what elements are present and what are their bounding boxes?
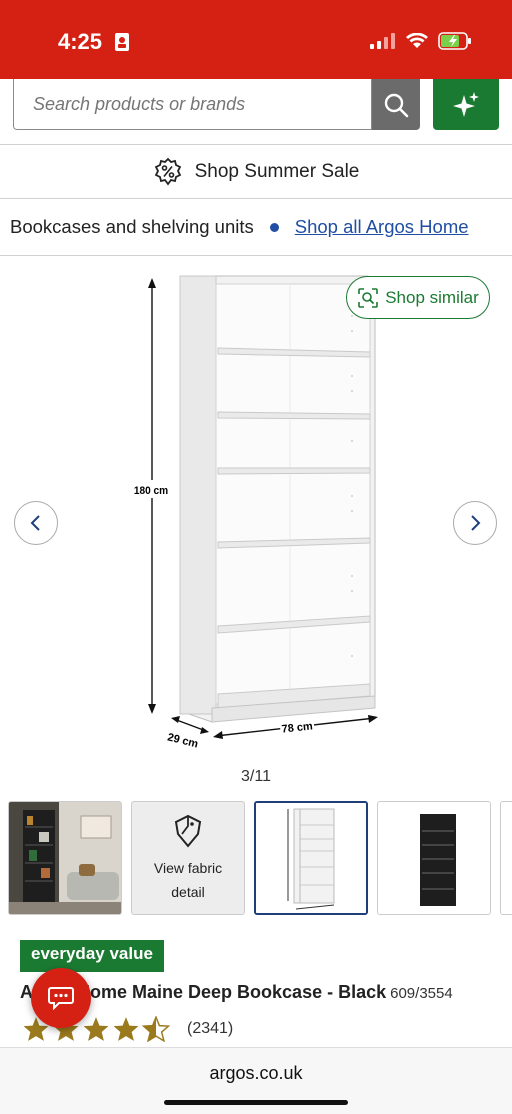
- chevron-left-icon: [30, 515, 40, 531]
- home-indicator: [164, 1100, 348, 1105]
- product-code: 609/3554: [390, 985, 453, 1002]
- breadcrumb: Bookcases and shelving units Shop all Ar…: [0, 199, 512, 255]
- summer-sale-label: Shop Summer Sale: [194, 160, 360, 182]
- fabric-detail-label-line1: View fabric: [153, 860, 223, 876]
- battery-charging-icon: [438, 32, 471, 50]
- fabric-swatch-icon: [174, 814, 202, 848]
- previous-image-button[interactable]: [14, 501, 58, 545]
- search-button[interactable]: [372, 79, 420, 130]
- shop-similar-label: Shop similar: [385, 287, 479, 307]
- thumbnail-partial[interactable]: [500, 801, 512, 915]
- bookcase-dimension-image: 180 cm 78 cm 29 cm: [132, 275, 378, 751]
- chat-button[interactable]: [31, 968, 91, 1028]
- chevron-right-icon: [471, 515, 481, 531]
- product-image-gallery[interactable]: 180 cm 78 cm 29 cm Shop similar: [0, 256, 512, 756]
- search-input[interactable]: [14, 79, 371, 129]
- fabric-detail-label-line2: detail: [171, 884, 205, 900]
- search-field[interactable]: [13, 79, 372, 130]
- star-half-icon: [142, 1016, 170, 1042]
- thumbnail-black-bookcase[interactable]: [377, 801, 491, 915]
- status-time: 4:25: [58, 29, 103, 54]
- height-dimension-label: 180 cm: [134, 485, 168, 497]
- wifi-icon: [406, 33, 428, 48]
- black-bookcase-image: [378, 802, 490, 914]
- search-bar: [0, 79, 512, 144]
- thumbnail-strip: View fabric detail: [8, 801, 512, 915]
- thumbnail-dimensions[interactable]: [254, 801, 368, 915]
- shop-all-argos-home-link[interactable]: Shop all Argos Home: [295, 216, 469, 238]
- search-icon: [384, 93, 409, 117]
- ai-assistant-button[interactable]: [433, 79, 499, 130]
- chat-bubble-icon: [48, 987, 74, 1010]
- shop-similar-button[interactable]: Shop similar: [346, 276, 490, 319]
- star-full-icon: [83, 1017, 109, 1041]
- image-counter: 3/11: [241, 768, 271, 785]
- rating-count[interactable]: (2341): [187, 1020, 233, 1038]
- breadcrumb-separator: [269, 222, 279, 232]
- next-image-button[interactable]: [453, 501, 497, 545]
- discount-badge-icon: [154, 157, 181, 185]
- browser-address-bar[interactable]: argos.co.uk: [0, 1047, 512, 1114]
- status-bar: 4:25: [0, 0, 512, 79]
- room-scene-image: [9, 802, 121, 914]
- visual-search-icon: [358, 287, 379, 308]
- thumbnail-room-scene[interactable]: [8, 801, 122, 915]
- cellular-signal-icon: [370, 33, 395, 49]
- star-full-icon: [113, 1017, 139, 1041]
- browser-url[interactable]: argos.co.uk: [0, 1063, 512, 1084]
- width-dimension-label: 78 cm: [281, 720, 313, 735]
- summer-sale-banner[interactable]: Shop Summer Sale: [0, 145, 512, 198]
- depth-dimension-label: 29 cm: [166, 731, 199, 750]
- dimensions-thumbnail-image: [256, 803, 366, 913]
- everyday-value-badge: everyday value: [20, 940, 164, 972]
- sparkle-icon: [453, 91, 479, 117]
- breadcrumb-category[interactable]: Bookcases and shelving units: [10, 216, 254, 238]
- contact-card-icon: [115, 33, 129, 51]
- thumbnail-fabric-detail[interactable]: View fabric detail: [131, 801, 245, 915]
